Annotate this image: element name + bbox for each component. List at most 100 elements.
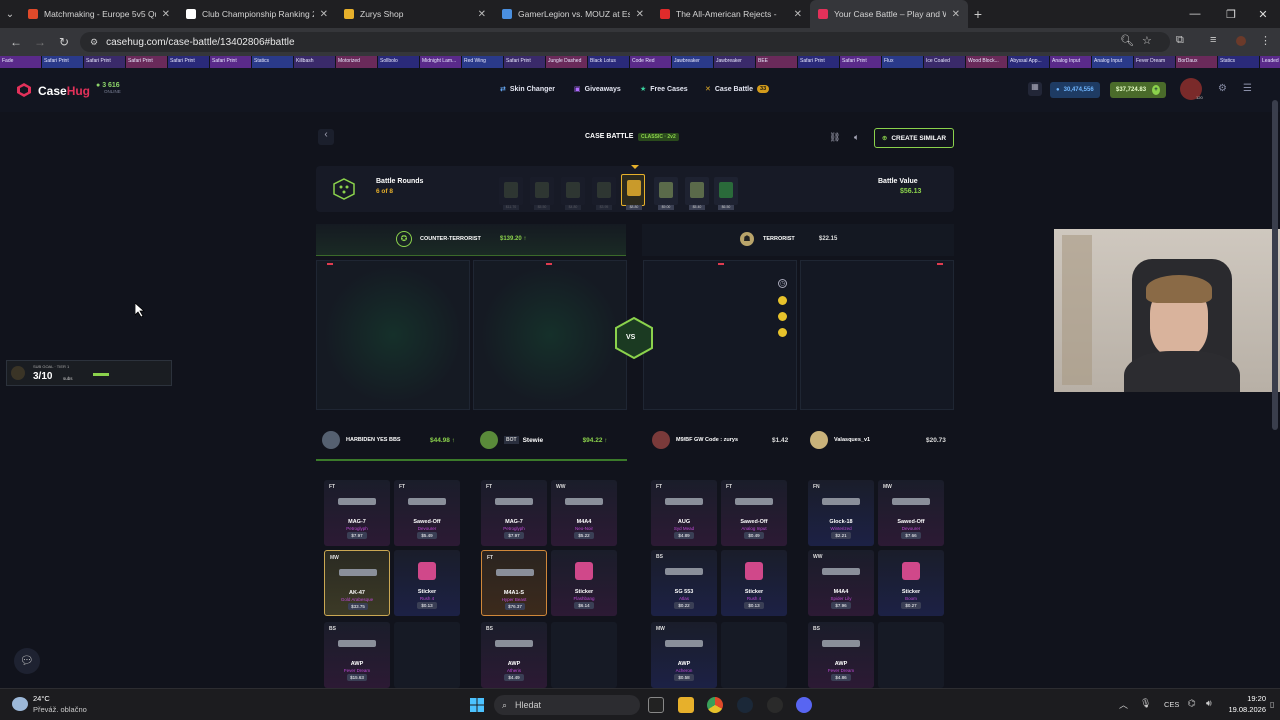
nav-free-cases[interactable]: ★ Free Cases — [640, 85, 688, 94]
close-icon[interactable]: ✕ — [320, 9, 328, 20]
chat-bubble-icon[interactable]: 💬︎ — [14, 648, 40, 674]
zoom-icon[interactable]: 🔍︎ — [1120, 34, 1134, 47]
ticker-item[interactable]: Killbash — [294, 56, 336, 68]
close-icon[interactable]: ✕ — [478, 9, 486, 20]
player-card[interactable]: Valasques_v1 $20.73 — [810, 422, 952, 458]
player-card[interactable]: M9/BF GW Code : zurys $1.42 — [652, 422, 794, 458]
browser-tab[interactable]: Club Championship Ranking 20 ✕ — [178, 0, 336, 28]
weather-cloud-icon[interactable] — [12, 697, 28, 711]
ticker-item[interactable]: Black Lotus — [588, 56, 630, 68]
ticker-item[interactable]: Abyssal App... — [1008, 56, 1050, 68]
browser-tab-active[interactable]: Your Case Battle – Play and Wi ✕ — [810, 0, 968, 28]
ticker-item[interactable]: Wood Block... — [966, 56, 1008, 68]
ticker-item[interactable]: Safari Print — [168, 56, 210, 68]
back-button[interactable]: ‹ — [318, 129, 334, 145]
nav-giveaways[interactable]: ▣ Giveaways — [574, 85, 621, 94]
discord-icon[interactable] — [796, 697, 812, 713]
maximize-button[interactable]: ❐ — [1214, 0, 1248, 28]
cash-balance[interactable]: $37,724.83 + — [1110, 82, 1166, 98]
hamburger-menu-icon[interactable]: ☰ — [1243, 83, 1252, 94]
won-item-card[interactable]: Sticker Boom $0.27 — [878, 550, 944, 616]
ticker-item[interactable]: Safari Print — [42, 56, 84, 68]
tray-expand-icon[interactable]: ︿ — [1119, 698, 1128, 711]
file-explorer-icon[interactable] — [678, 697, 694, 713]
ticker-item[interactable]: Safari Print — [840, 56, 882, 68]
player-card[interactable]: HARBIDEN YES BBS $44.98 ↑ — [322, 422, 468, 458]
ticker-item[interactable]: Sollbolo — [378, 56, 420, 68]
won-item-card[interactable]: FT Sawed-Off Devourer $5.49 — [394, 480, 460, 546]
obs-icon[interactable] — [767, 697, 783, 713]
ticker-item[interactable]: Safari Print — [504, 56, 546, 68]
page-scrollbar[interactable] — [1272, 100, 1278, 430]
volume-icon[interactable]: 🔊︎ — [1206, 698, 1212, 709]
won-item-card[interactable]: BS SG 553 Atlas $0.22 — [651, 550, 717, 616]
ticker-item[interactable]: Jawbreaker — [672, 56, 714, 68]
ticker-item[interactable]: Safari Print — [210, 56, 252, 68]
weather-desc[interactable]: Převáž. oblačno — [33, 705, 87, 714]
won-item-card[interactable]: MW Sawed-Off Devourer $7.66 — [878, 480, 944, 546]
clock-date[interactable]: 19.08.2026 — [1222, 705, 1266, 714]
notifications-icon[interactable]: ▯ — [1270, 700, 1274, 709]
round-case-thumb[interactable]: $5.50 — [530, 177, 554, 210]
casehug-logo-icon[interactable] — [16, 82, 32, 98]
sound-icon[interactable]: 🔈︎ — [854, 132, 859, 143]
language-indicator[interactable]: CES — [1164, 700, 1179, 709]
browser-tab[interactable]: Matchmaking - Europe 5v5 Qu ✕ — [20, 0, 178, 28]
tab-search-icon[interactable]: ⌄ — [0, 9, 20, 20]
round-case-thumb[interactable]: $6.50 — [714, 177, 738, 210]
site-logo[interactable]: CaseHug — [38, 84, 90, 98]
round-case-thumb[interactable]: $9.00 — [654, 177, 678, 210]
profile-avatar[interactable] — [1236, 36, 1246, 46]
new-tab-button[interactable]: + — [968, 6, 988, 22]
round-case-thumb[interactable]: $8.80 — [621, 174, 645, 210]
emoji-icon[interactable] — [778, 312, 787, 321]
won-item-card[interactable]: BS AWP Fever Dream $15.63 — [324, 622, 390, 688]
won-item-card[interactable]: WW M4A4 Neo-Noir $5.22 — [551, 480, 617, 546]
task-view-icon[interactable] — [648, 697, 664, 713]
minimize-button[interactable]: — — [1178, 0, 1212, 28]
calendar-icon[interactable]: ▦ — [1028, 82, 1042, 96]
url-field[interactable]: ⚙ casehug.com/case-battle/13402806#battl… — [80, 32, 1170, 52]
won-item-card[interactable]: WW M4A4 Spider Lily $7.96 — [808, 550, 874, 616]
won-item-card[interactable]: Sticker Rush 4 $0.13 — [721, 550, 787, 616]
network-icon[interactable]: ⌬ — [1188, 698, 1196, 709]
round-case-thumb[interactable]: $11.70 — [499, 177, 523, 210]
ticker-item[interactable]: Analog Input — [1050, 56, 1092, 68]
ticker-item[interactable]: Fever Dream — [1134, 56, 1176, 68]
ticker-item[interactable]: Ice Coaled — [924, 56, 966, 68]
ticker-item[interactable]: Statics — [252, 56, 294, 68]
ticker-item[interactable]: Statics — [1218, 56, 1260, 68]
ticker-item[interactable]: Flux — [882, 56, 924, 68]
browser-tab[interactable]: GamerLegion vs. MOUZ at Esp ✕ — [494, 0, 652, 28]
round-case-thumb[interactable]: $3.95 — [592, 177, 616, 210]
won-item-card[interactable]: Sticker Flashbang $6.14 — [551, 550, 617, 616]
browser-tab[interactable]: Zurys Shop ✕ — [336, 0, 494, 28]
ticker-item[interactable]: Motorized — [336, 56, 378, 68]
round-case-thumb[interactable]: $4.80 — [561, 177, 585, 210]
won-item-card[interactable]: FN Glock-18 Winterized $2.21 — [808, 480, 874, 546]
round-case-thumb[interactable]: $5.40 — [685, 177, 709, 210]
clock-time[interactable]: 19:20 — [1226, 694, 1266, 703]
won-item-card[interactable]: FT AUG Syd Mead $4.89 — [651, 480, 717, 546]
settings-gear-icon[interactable]: ⚙ — [1218, 83, 1227, 94]
add-funds-icon[interactable]: + — [1152, 85, 1160, 95]
ticker-item[interactable]: BEE — [756, 56, 798, 68]
coins-balance[interactable]: ● 30,474,556 — [1050, 82, 1100, 98]
extensions-icon[interactable]: ⧉ — [1176, 34, 1184, 47]
ticker-item[interactable]: Safari Print — [84, 56, 126, 68]
nav-case-battle[interactable]: ✕ Case Battle 33 — [705, 85, 770, 93]
close-icon[interactable]: ✕ — [636, 9, 644, 20]
ticker-item[interactable]: Midnight Lam... — [420, 56, 462, 68]
won-item-card[interactable]: BS AWP Fever Dream $4.86 — [808, 622, 874, 688]
ticker-item[interactable]: Safari Print — [126, 56, 168, 68]
bookmark-star-icon[interactable]: ☆ — [1142, 34, 1152, 47]
reload-icon[interactable]: ↻ — [52, 35, 76, 49]
site-info-icon[interactable]: ⚙ — [90, 37, 98, 48]
nav-skin-changer[interactable]: ⇄ Skin Changer — [500, 85, 555, 94]
close-icon[interactable]: ✕ — [794, 9, 802, 20]
ticker-item[interactable]: Red Wing — [462, 56, 504, 68]
window-close-button[interactable]: ✕ — [1246, 0, 1280, 28]
steam-icon[interactable] — [737, 697, 753, 713]
ticker-item[interactable]: Analog Input — [1092, 56, 1134, 68]
won-item-card[interactable]: FT M4A1-S Hyper Beast $76.37 — [481, 550, 547, 616]
